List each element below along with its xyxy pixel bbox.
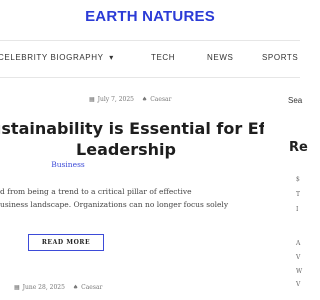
sidebar-search-label: Sea xyxy=(288,96,303,105)
user-icon: ♠ xyxy=(141,96,148,103)
read-more-button[interactable]: READ MORE xyxy=(28,234,104,251)
nav-item-news[interactable]: NEWS xyxy=(207,53,233,62)
sidebar-link-7[interactable]: V xyxy=(296,281,300,288)
post-title-line-1[interactable]: ustainability is Essential for Effective xyxy=(0,118,264,139)
sidebar-link-1[interactable]: $ xyxy=(296,176,300,183)
post-title[interactable]: ustainability is Essential for Effective… xyxy=(0,118,264,160)
sidebar-recent-heading: Re xyxy=(289,140,308,155)
post-author[interactable]: Caesar xyxy=(150,96,171,103)
nav-item-tech[interactable]: TECH xyxy=(151,53,175,62)
chevron-down-icon[interactable]: ▾ xyxy=(109,53,114,62)
next-post-date[interactable]: June 28, 2025 xyxy=(23,284,65,291)
post-excerpt: d from being a trend to a critical pilla… xyxy=(0,186,270,211)
post-date[interactable]: July 7, 2025 xyxy=(98,96,134,103)
nav-item-celebrity-biography[interactable]: CELEBRITY BIOGRAPHY ▾ xyxy=(0,53,114,62)
sidebar-link-2[interactable]: T xyxy=(296,191,300,198)
nav-item-sports[interactable]: SPORTS xyxy=(262,53,298,62)
post-title-line-2[interactable]: Leadership xyxy=(0,139,264,160)
user-icon: ♠ xyxy=(72,284,79,291)
post-meta: ▦ July 7, 2025 ♠ Caesar xyxy=(89,96,171,103)
calendar-icon: ▦ xyxy=(89,96,95,103)
sidebar-link-6[interactable]: W xyxy=(296,268,302,275)
post-category[interactable]: Business xyxy=(0,160,136,169)
sidebar-link-5[interactable]: V xyxy=(296,254,300,261)
excerpt-line-1: d from being a trend to a critical pilla… xyxy=(0,187,192,196)
next-post-author[interactable]: Caesar xyxy=(81,284,102,291)
main-nav: CELEBRITY BIOGRAPHY ▾ TECH NEWS SPORTS xyxy=(0,40,300,78)
nav-item-label[interactable]: CELEBRITY BIOGRAPHY xyxy=(0,53,103,62)
site-title-text[interactable]: EARTH NATURES xyxy=(85,8,215,25)
site-title[interactable]: EARTH NATURES xyxy=(0,6,300,25)
excerpt-line-2: usiness landscape. Organizations can no … xyxy=(0,199,229,209)
sidebar-link-4[interactable]: A xyxy=(296,240,300,247)
calendar-icon: ▦ xyxy=(14,284,20,291)
sidebar-link-3[interactable]: I xyxy=(296,206,298,213)
next-post-meta: ▦ June 28, 2025 ♠ Caesar xyxy=(14,284,102,291)
